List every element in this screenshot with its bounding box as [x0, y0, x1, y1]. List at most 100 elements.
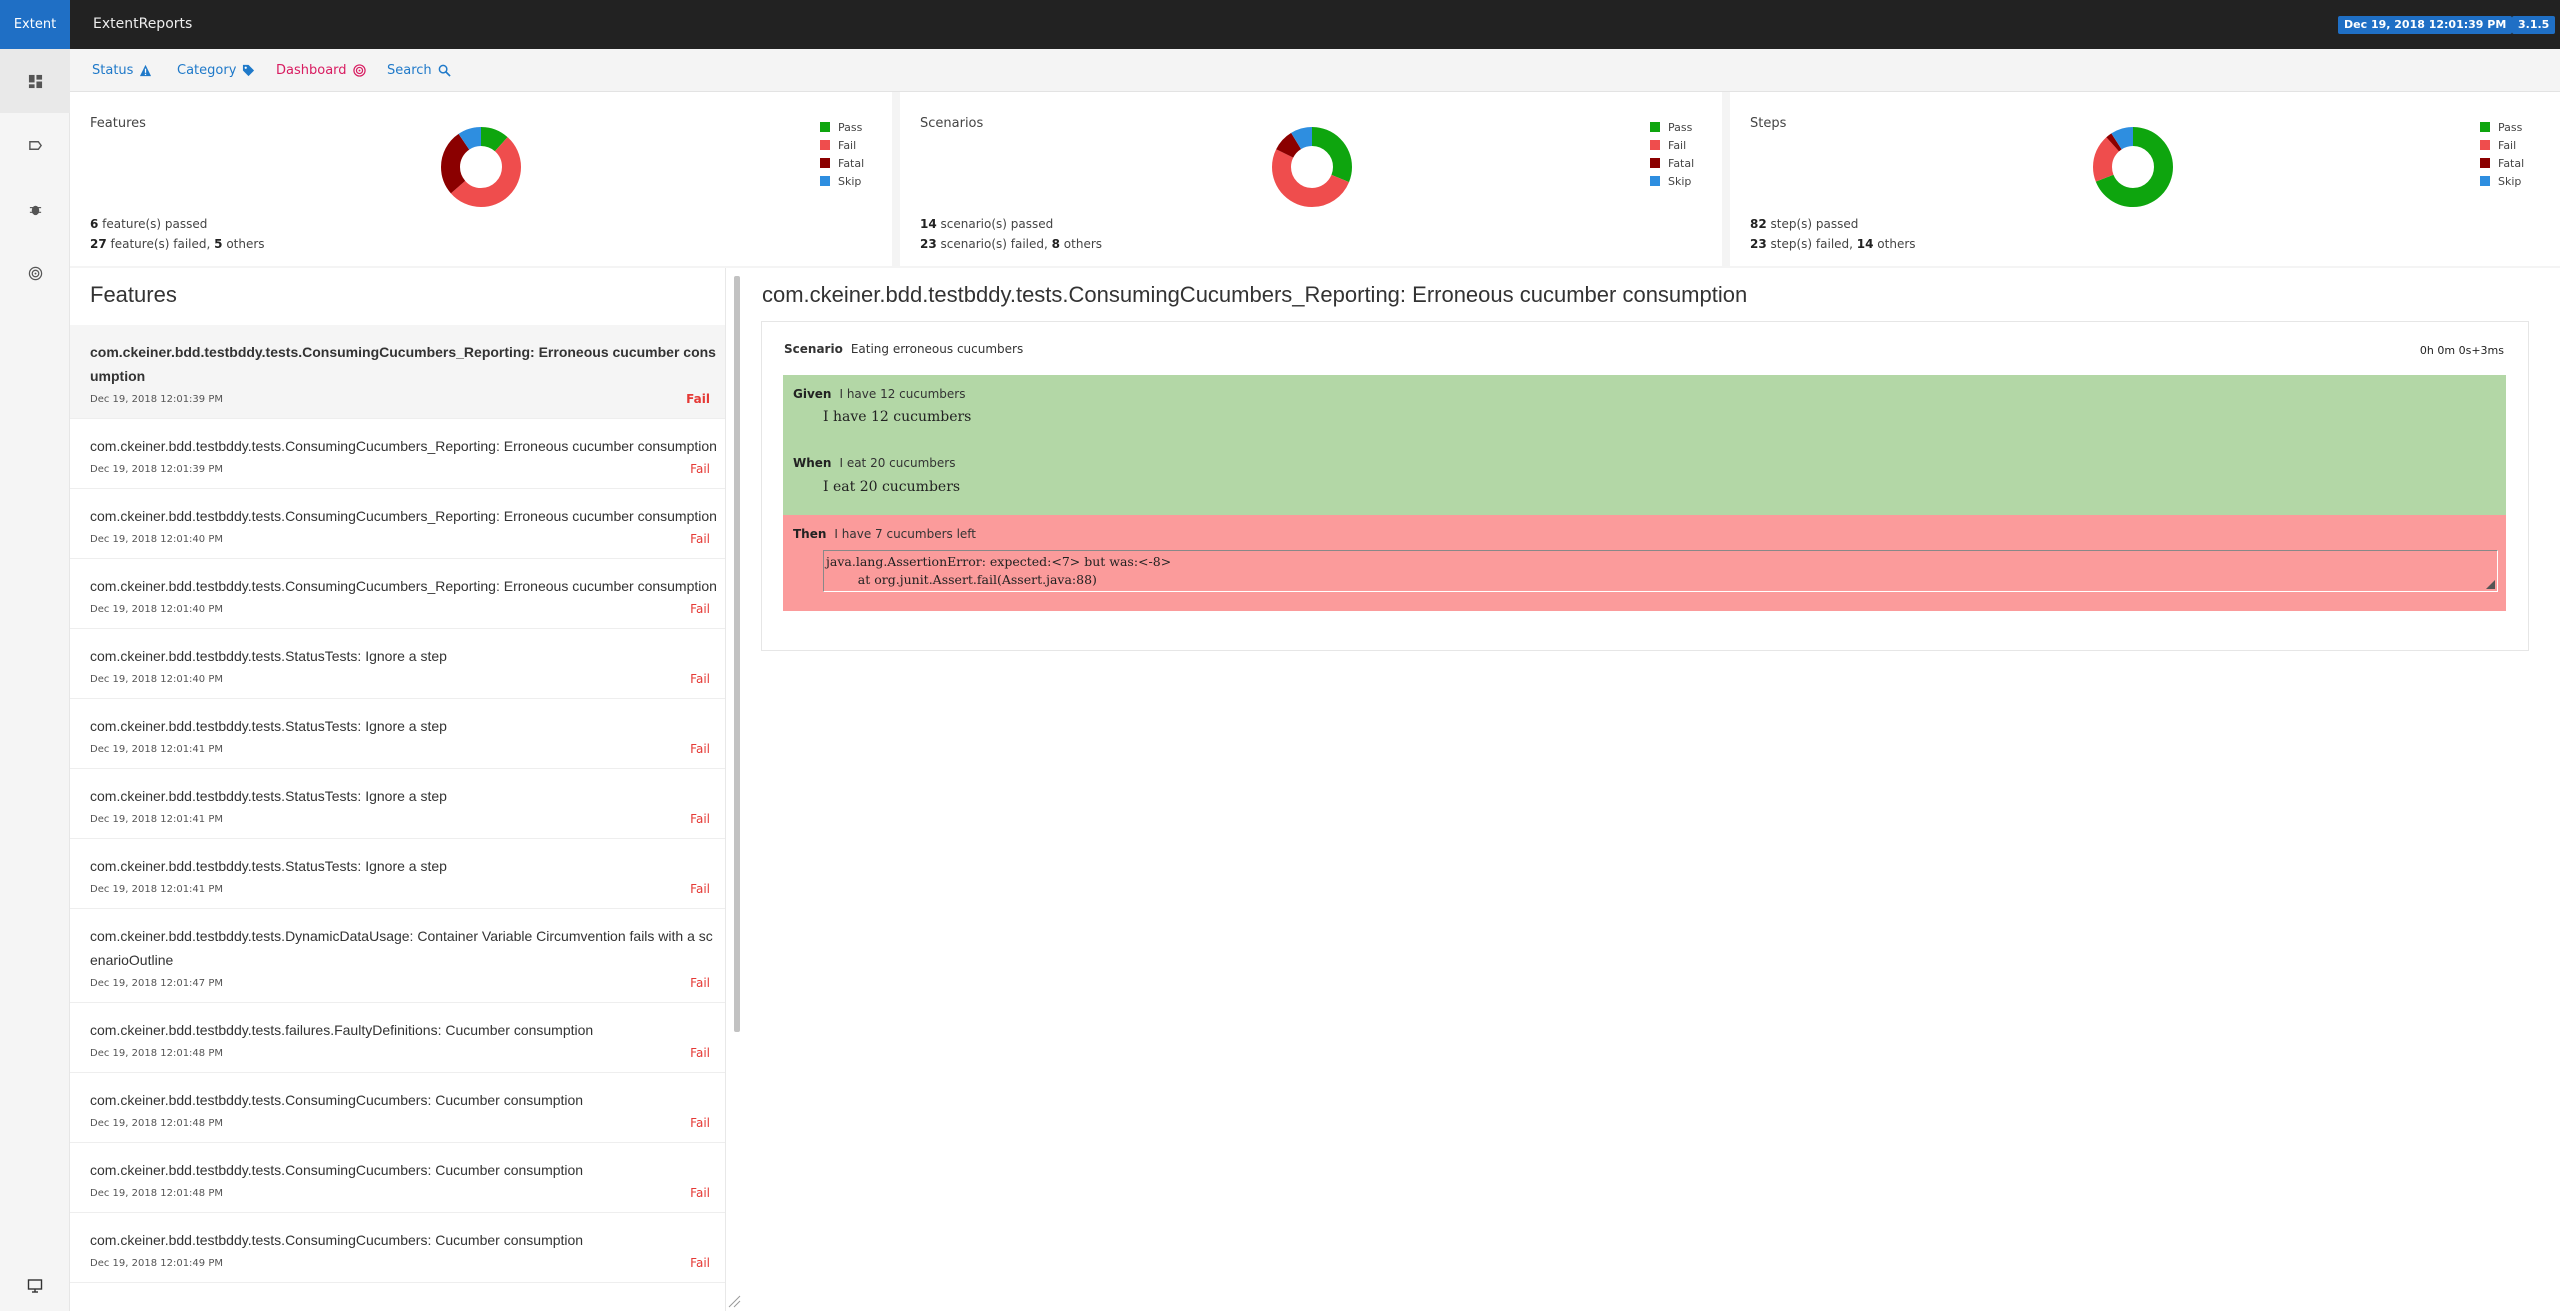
skip-swatch — [2480, 176, 2490, 186]
filter-toolbar: Status Category Dashboard Search — [70, 49, 2560, 92]
test-list-item[interactable]: com.ckeiner.bdd.testbddy.tests.StatusTes… — [70, 769, 725, 839]
sidebar-item-environment[interactable] — [0, 1261, 70, 1311]
test-meta: Dec 19, 2018 12:01:41 PM Fail — [90, 740, 710, 758]
others-count: 14 — [1856, 237, 1874, 251]
test-timestamp: Dec 19, 2018 12:01:47 PM — [90, 978, 223, 989]
legend-label: Skip — [838, 174, 862, 188]
test-name: com.ckeiner.bdd.testbddy.tests.Consuming… — [90, 1232, 584, 1248]
test-timestamp: Dec 19, 2018 12:01:39 PM — [90, 394, 223, 405]
legend-skip: Skip — [1650, 172, 1694, 190]
test-status-label: Fail — [686, 392, 710, 406]
report-date-badge: Dec 19, 2018 12:01:39 PM — [2338, 16, 2513, 34]
stacktrace-textarea[interactable]: java.lang.AssertionError: expected:<7> b… — [823, 550, 2498, 592]
test-list-scrollbar[interactable] — [734, 276, 740, 1032]
test-list-item[interactable]: com.ckeiner.bdd.testbddy.tests.Consuming… — [70, 325, 725, 419]
test-list-item[interactable]: com.ckeiner.bdd.testbddy.tests.Consuming… — [70, 489, 725, 559]
panel-resize-grip-icon[interactable] — [727, 1294, 741, 1308]
test-status-label: Fail — [690, 742, 710, 756]
sidebar-item-categories[interactable] — [0, 113, 70, 177]
test-list-item[interactable]: com.ckeiner.bdd.testbddy.tests.Consuming… — [70, 1143, 725, 1213]
textarea-resize-icon[interactable] — [2486, 580, 2495, 589]
dashboard-toggle-link[interactable]: Dashboard — [276, 63, 366, 78]
test-status-label: Fail — [690, 1186, 710, 1200]
scenarios-donut-chart — [1272, 127, 1352, 207]
test-timestamp: Dec 19, 2018 12:01:41 PM — [90, 884, 223, 895]
legend-pass: Pass — [820, 118, 864, 136]
version-badge: 3.1.5 — [2512, 16, 2556, 34]
test-timestamp: Dec 19, 2018 12:01:40 PM — [90, 534, 223, 545]
others-text: others — [222, 237, 265, 251]
test-status-label: Fail — [690, 976, 710, 990]
step-keyword: When — [793, 456, 832, 470]
legend-label: Fatal — [1668, 156, 1695, 170]
scenario-name: Eating erroneous cucumbers — [850, 342, 1024, 356]
tag-icon — [28, 140, 42, 150]
dashboard-toggle-label: Dashboard — [276, 63, 347, 78]
test-list-item[interactable]: com.ckeiner.bdd.testbddy.tests.Consuming… — [70, 559, 725, 629]
steps-donut-chart — [2093, 127, 2173, 207]
sidebar-item-tests[interactable] — [0, 49, 70, 113]
test-meta: Dec 19, 2018 12:01:41 PM Fail — [90, 880, 710, 898]
test-list-item[interactable]: com.ckeiner.bdd.testbddy.tests.DynamicDa… — [70, 909, 725, 1003]
legend-fatal: Fatal — [2480, 154, 2524, 172]
test-list-item[interactable]: com.ckeiner.bdd.testbddy.tests.failures.… — [70, 1003, 725, 1073]
search-link[interactable]: Search — [387, 63, 451, 78]
passed-count: 14 — [920, 217, 937, 231]
card-title: Scenarios — [920, 116, 984, 131]
brand-logo[interactable]: Extent — [0, 0, 70, 49]
passed-count: 82 — [1750, 217, 1767, 231]
test-timestamp: Dec 19, 2018 12:01:48 PM — [90, 1188, 223, 1199]
test-name: com.ckeiner.bdd.testbddy.tests.Consuming… — [90, 1162, 584, 1178]
scenario-card: Scenario Eating erroneous cucumbers 0h 0m… — [761, 321, 2529, 651]
status-filter-link[interactable]: Status — [92, 63, 152, 78]
step-name: I eat 20 cucumbers — [839, 456, 956, 470]
test-status-label: Fail — [690, 1116, 710, 1130]
test-list-item[interactable]: com.ckeiner.bdd.testbddy.tests.Consuming… — [70, 1073, 725, 1143]
test-status-label: Fail — [690, 1046, 710, 1060]
failed-summary: 23 scenario(s) failed, 8 others — [920, 237, 1102, 251]
failed-count: 27 — [90, 237, 107, 251]
test-list-item[interactable]: com.ckeiner.bdd.testbddy.tests.Consuming… — [70, 1213, 725, 1283]
scenarios-summary-card: Scenarios Pass Fail Fatal Skip 14 scenar… — [900, 92, 1730, 266]
sidebar-item-dashboard[interactable] — [0, 241, 70, 305]
test-name: com.ckeiner.bdd.testbddy.tests.Consuming… — [90, 1092, 584, 1108]
test-meta: Dec 19, 2018 12:01:47 PM Fail — [90, 974, 710, 992]
test-status-label: Fail — [690, 812, 710, 826]
step-given-detail: I have 12 cucumbers — [823, 409, 972, 425]
steps-summary-card: Steps Pass Fail Fatal Skip 82 step(s) pa… — [1730, 92, 2560, 266]
test-timestamp: Dec 19, 2018 12:01:41 PM — [90, 744, 223, 755]
legend-label: Skip — [1668, 174, 1692, 188]
test-meta: Dec 19, 2018 12:01:48 PM Fail — [90, 1044, 710, 1062]
test-timestamp: Dec 19, 2018 12:01:49 PM — [90, 1258, 223, 1269]
test-name: com.ckeiner.bdd.testbddy.tests.StatusTes… — [90, 858, 447, 874]
failed-text: feature(s) failed, — [106, 237, 215, 251]
legend-skip: Skip — [2480, 172, 2524, 190]
failed-count: 23 — [920, 237, 937, 251]
scenario-label: Scenario — [784, 342, 843, 356]
test-meta: Dec 19, 2018 12:01:39 PM Fail — [90, 390, 710, 408]
step-name: I have 7 cucumbers left — [834, 527, 977, 541]
skip-swatch — [1650, 176, 1660, 186]
test-detail-panel: com.ckeiner.bdd.testbddy.tests.Consuming… — [741, 268, 2560, 1311]
status-filter-label: Status — [92, 63, 134, 78]
sidebar-item-exceptions[interactable] — [0, 177, 70, 241]
test-name: com.ckeiner.bdd.testbddy.tests.Consuming… — [90, 578, 717, 594]
failed-summary: 27 feature(s) failed, 5 others — [90, 237, 265, 251]
test-meta: Dec 19, 2018 12:01:40 PM Fail — [90, 530, 710, 548]
fatal-swatch — [820, 158, 830, 168]
test-list-item[interactable]: com.ckeiner.bdd.testbddy.tests.StatusTes… — [70, 629, 725, 699]
legend-label: Pass — [838, 120, 863, 134]
test-timestamp: Dec 19, 2018 12:01:39 PM — [90, 464, 223, 475]
skip-swatch — [820, 176, 830, 186]
features-legend: Pass Fail Fatal Skip — [820, 118, 864, 190]
scenario-header: Scenario Eating erroneous cucumbers — [784, 342, 1023, 356]
test-list-item[interactable]: com.ckeiner.bdd.testbddy.tests.StatusTes… — [70, 839, 725, 909]
legend-label: Fatal — [2498, 156, 2525, 170]
category-filter-link[interactable]: Category — [177, 63, 255, 78]
test-list-item[interactable]: com.ckeiner.bdd.testbddy.tests.StatusTes… — [70, 699, 725, 769]
test-name: com.ckeiner.bdd.testbddy.tests.StatusTes… — [90, 788, 447, 804]
step-then-title: Then I have 7 cucumbers left — [793, 527, 976, 541]
test-timestamp: Dec 19, 2018 12:01:40 PM — [90, 604, 223, 615]
passed-text: feature(s) passed — [98, 217, 208, 231]
test-list-item[interactable]: com.ckeiner.bdd.testbddy.tests.Consuming… — [70, 419, 725, 489]
